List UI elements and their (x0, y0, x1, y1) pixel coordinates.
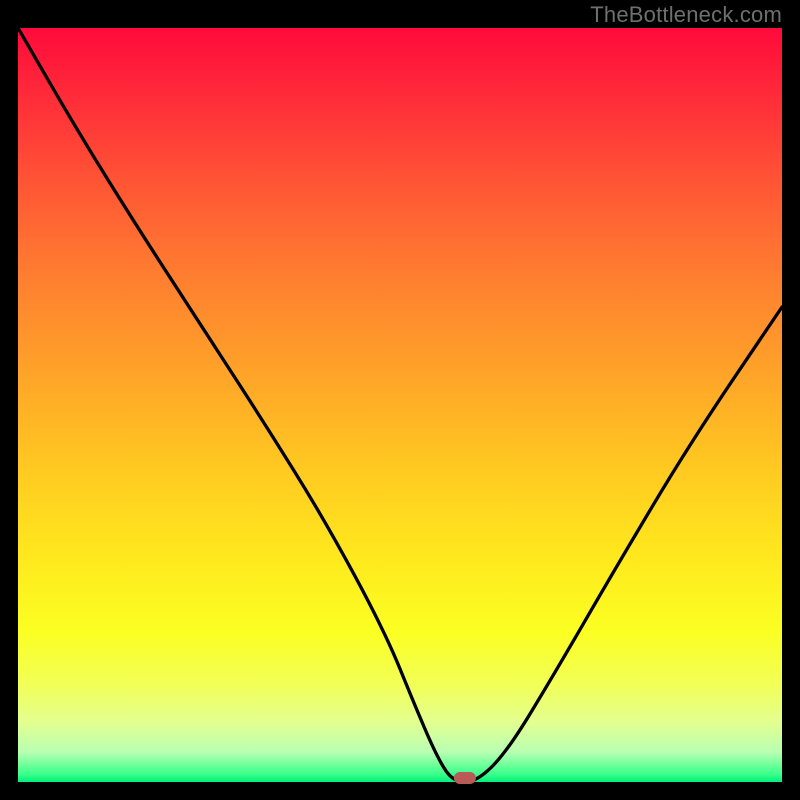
bottleneck-curve (18, 28, 782, 782)
optimum-marker (454, 772, 476, 784)
plot-area (18, 28, 782, 782)
watermark-text: TheBottleneck.com (590, 2, 782, 28)
curve-path (18, 28, 782, 782)
chart-frame: TheBottleneck.com (0, 0, 800, 800)
